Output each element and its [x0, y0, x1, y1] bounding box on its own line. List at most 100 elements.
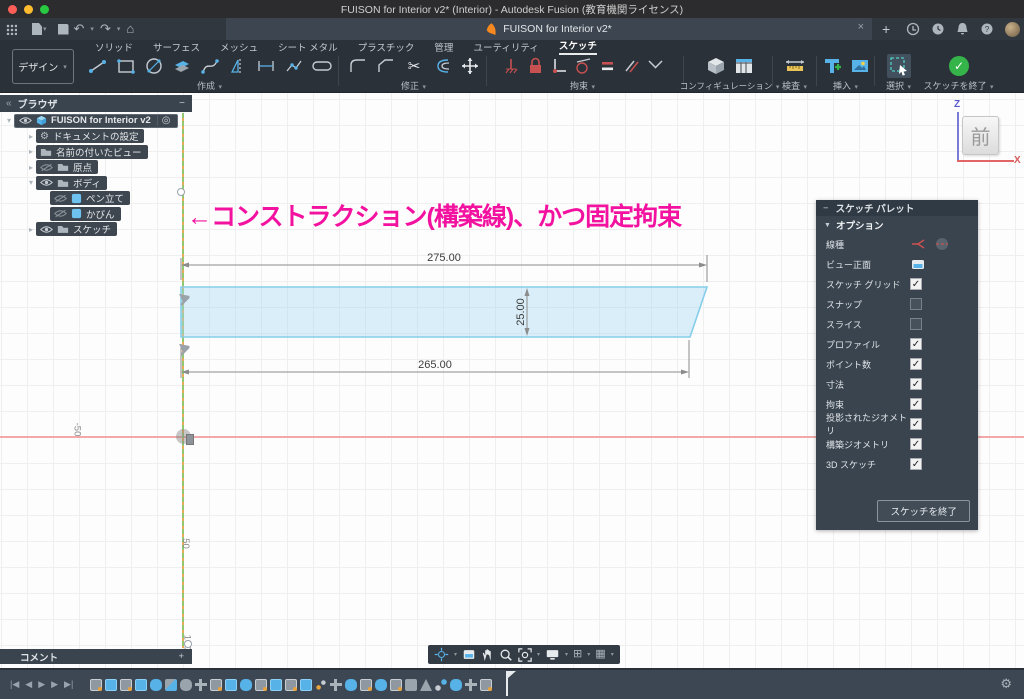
collapse-panel-icon[interactable]: «: [6, 98, 12, 109]
grid-settings-icon[interactable]: ⊞: [573, 645, 582, 664]
checkbox-dimensions[interactable]: ✓: [910, 378, 922, 390]
eye-off-icon[interactable]: [54, 194, 67, 203]
notifications-bell-icon[interactable]: [956, 22, 969, 36]
caret-icon[interactable]: ▾: [587, 651, 590, 658]
timeline-feature-sketch-icon[interactable]: [120, 679, 132, 691]
sketch-palette-header[interactable]: − スケッチ パレット: [816, 200, 978, 216]
configuration-group-label[interactable]: コンフィギュレーション: [680, 81, 773, 91]
caret-icon[interactable]: ▾: [990, 84, 994, 91]
checkbox-profile[interactable]: ✓: [910, 338, 922, 350]
insert-group-label[interactable]: 挿入: [833, 81, 851, 91]
timeline-feature-sketch-icon[interactable]: [255, 679, 267, 691]
tree-label[interactable]: かびん: [86, 207, 115, 221]
chevron-down-icon[interactable]: ▾: [4, 116, 14, 125]
new-tab-button[interactable]: +: [882, 21, 890, 37]
orbit-icon[interactable]: [434, 647, 449, 662]
select-group-label[interactable]: 選択: [886, 81, 904, 91]
chevron-right-icon[interactable]: ▸: [26, 163, 36, 172]
caret-icon[interactable]: ▾: [423, 84, 427, 91]
eye-icon[interactable]: [40, 225, 53, 234]
parallel-constraint-icon[interactable]: [621, 54, 641, 78]
caret-icon[interactable]: ▾: [592, 84, 596, 91]
viewcube-front-face[interactable]: 前: [962, 116, 999, 155]
chevron-down-icon[interactable]: ▾: [26, 178, 36, 187]
horizontal-vertical-constraint-icon[interactable]: [549, 54, 569, 78]
browser-panel-header[interactable]: « ブラウザ −: [0, 95, 192, 112]
file-menu-icon[interactable]: [32, 23, 42, 35]
eye-off-icon[interactable]: [40, 163, 53, 172]
comments-bar[interactable]: コメント +: [0, 649, 192, 664]
tree-row-sketches[interactable]: ▸ スケッチ: [0, 222, 192, 238]
timeline-feature-extrude-icon[interactable]: [270, 679, 282, 691]
tree-label[interactable]: 原点: [73, 160, 92, 174]
trim-scissors-icon[interactable]: ✂: [402, 54, 426, 78]
extensions-icon[interactable]: [906, 22, 920, 36]
user-avatar[interactable]: [1005, 22, 1020, 37]
timeline-step-back-button[interactable]: ◀: [25, 679, 32, 690]
timeline-feature-move-icon[interactable]: [195, 679, 207, 691]
configuration-table-icon[interactable]: [732, 54, 756, 78]
tree-label[interactable]: ボディ: [73, 176, 101, 190]
circle-tool-icon[interactable]: [142, 54, 166, 78]
tree-label[interactable]: ペン立て: [86, 191, 124, 205]
caret-icon[interactable]: ▾: [219, 84, 223, 91]
spline-tool-icon[interactable]: [198, 54, 222, 78]
tree-row-document-settings[interactable]: ▸ ⚙ドキュメントの設定: [0, 129, 192, 145]
checkbox-3d-sketch[interactable]: ✓: [910, 458, 922, 470]
caret-icon[interactable]: ▾: [90, 25, 94, 33]
lock-constraint-icon[interactable]: [525, 54, 545, 78]
redo-icon[interactable]: ↷: [100, 18, 111, 40]
timeline-feature-sketch-icon[interactable]: [210, 679, 222, 691]
timeline-marker-flag-icon[interactable]: [508, 671, 516, 678]
create-group-label[interactable]: 作成: [197, 81, 215, 91]
sketch-point[interactable]: [184, 640, 192, 648]
chamfer-tool-icon[interactable]: [374, 54, 398, 78]
tab-plastic[interactable]: プラスチック: [358, 40, 415, 54]
timeline-feature-extrude-icon[interactable]: [300, 679, 312, 691]
modify-group-label[interactable]: 修正: [401, 81, 419, 91]
timeline-feature-extrude-icon[interactable]: [135, 679, 147, 691]
root-component-label[interactable]: FUISON for Interior v2: [51, 115, 151, 126]
move-tool-icon[interactable]: [458, 54, 482, 78]
caret-icon[interactable]: ▾: [117, 25, 121, 33]
offset-plane-tool-icon[interactable]: [170, 54, 194, 78]
measure-ruler-icon[interactable]: [783, 54, 807, 78]
checkbox-constraints[interactable]: ✓: [910, 398, 922, 410]
fit-point-spline-tool-icon[interactable]: [282, 54, 306, 78]
caret-icon[interactable]: ▾: [908, 84, 912, 91]
timeline-feature-icons[interactable]: [88, 679, 493, 691]
pan-hand-icon[interactable]: [481, 648, 494, 662]
checkbox-slice[interactable]: [910, 318, 922, 330]
dimension-25[interactable]: 25.00: [515, 298, 527, 326]
tree-row-body-penstand[interactable]: ペン立て: [0, 191, 192, 207]
timeline-go-to-end-button[interactable]: ▶|: [64, 679, 73, 690]
minimize-panel-icon[interactable]: −: [179, 98, 185, 109]
tab-manage[interactable]: 管理: [434, 40, 453, 54]
insert-image-icon[interactable]: [848, 54, 872, 78]
close-window-button[interactable]: [8, 5, 17, 14]
timeline-step-forward-button[interactable]: ▶: [51, 679, 58, 690]
timeline-feature-solid-icon[interactable]: [150, 679, 162, 691]
display-settings-icon[interactable]: [545, 648, 560, 661]
finish-sketch-button[interactable]: スケッチを終了: [877, 500, 970, 522]
dimension-tool-icon[interactable]: [254, 54, 278, 78]
timeline-feature-sketch-icon[interactable]: [285, 679, 297, 691]
select-tool-icon[interactable]: [887, 54, 911, 78]
finish-sketch-check-icon[interactable]: ✓: [947, 54, 971, 78]
checkbox-points[interactable]: ✓: [910, 358, 922, 370]
timeline-feature-extrude-icon[interactable]: [225, 679, 237, 691]
timeline-feature-sketch-icon[interactable]: [480, 679, 492, 691]
tree-label[interactable]: ドキュメントの設定: [53, 129, 139, 143]
tree-row-origin[interactable]: ▸ 原点: [0, 160, 192, 176]
job-status-clock-icon[interactable]: [931, 22, 945, 36]
timeline-settings-gear-icon[interactable]: ⚙: [1000, 676, 1012, 692]
checkbox-sketch-grid[interactable]: ✓: [910, 278, 922, 290]
look-at-icon[interactable]: [462, 648, 476, 661]
checkbox-construction-geometry[interactable]: ✓: [910, 438, 922, 450]
timeline-feature-sketch-icon[interactable]: [90, 679, 102, 691]
dimension-265[interactable]: 265.00: [418, 359, 452, 371]
tree-label[interactable]: スケッチ: [73, 222, 111, 236]
caret-icon[interactable]: ▾: [43, 25, 47, 33]
fix-constraint-icon[interactable]: [501, 54, 521, 78]
eye-off-icon[interactable]: [54, 209, 67, 218]
